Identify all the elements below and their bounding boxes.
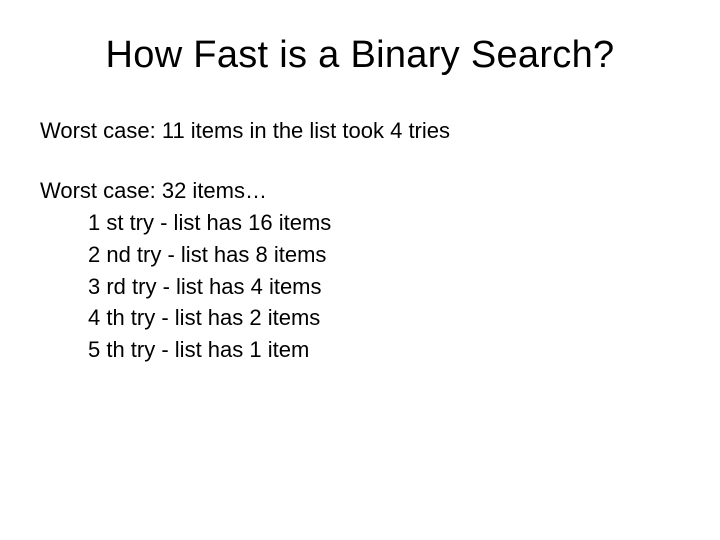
try-line: 5 th try - list has 1 item: [40, 334, 680, 366]
try-line: 2 nd try - list has 8 items: [40, 239, 680, 271]
worst-case-11: Worst case: 11 items in the list took 4 …: [40, 115, 680, 147]
try-line: 4 th try - list has 2 items: [40, 302, 680, 334]
slide: How Fast is a Binary Search? Worst case:…: [0, 0, 720, 540]
try-line: 3 rd try - list has 4 items: [40, 271, 680, 303]
slide-body: Worst case: 11 items in the list took 4 …: [40, 115, 680, 366]
worst-case-32-header: Worst case: 32 items…: [40, 175, 680, 207]
try-line: 1 st try - list has 16 items: [40, 207, 680, 239]
slide-title: How Fast is a Binary Search?: [40, 34, 680, 77]
